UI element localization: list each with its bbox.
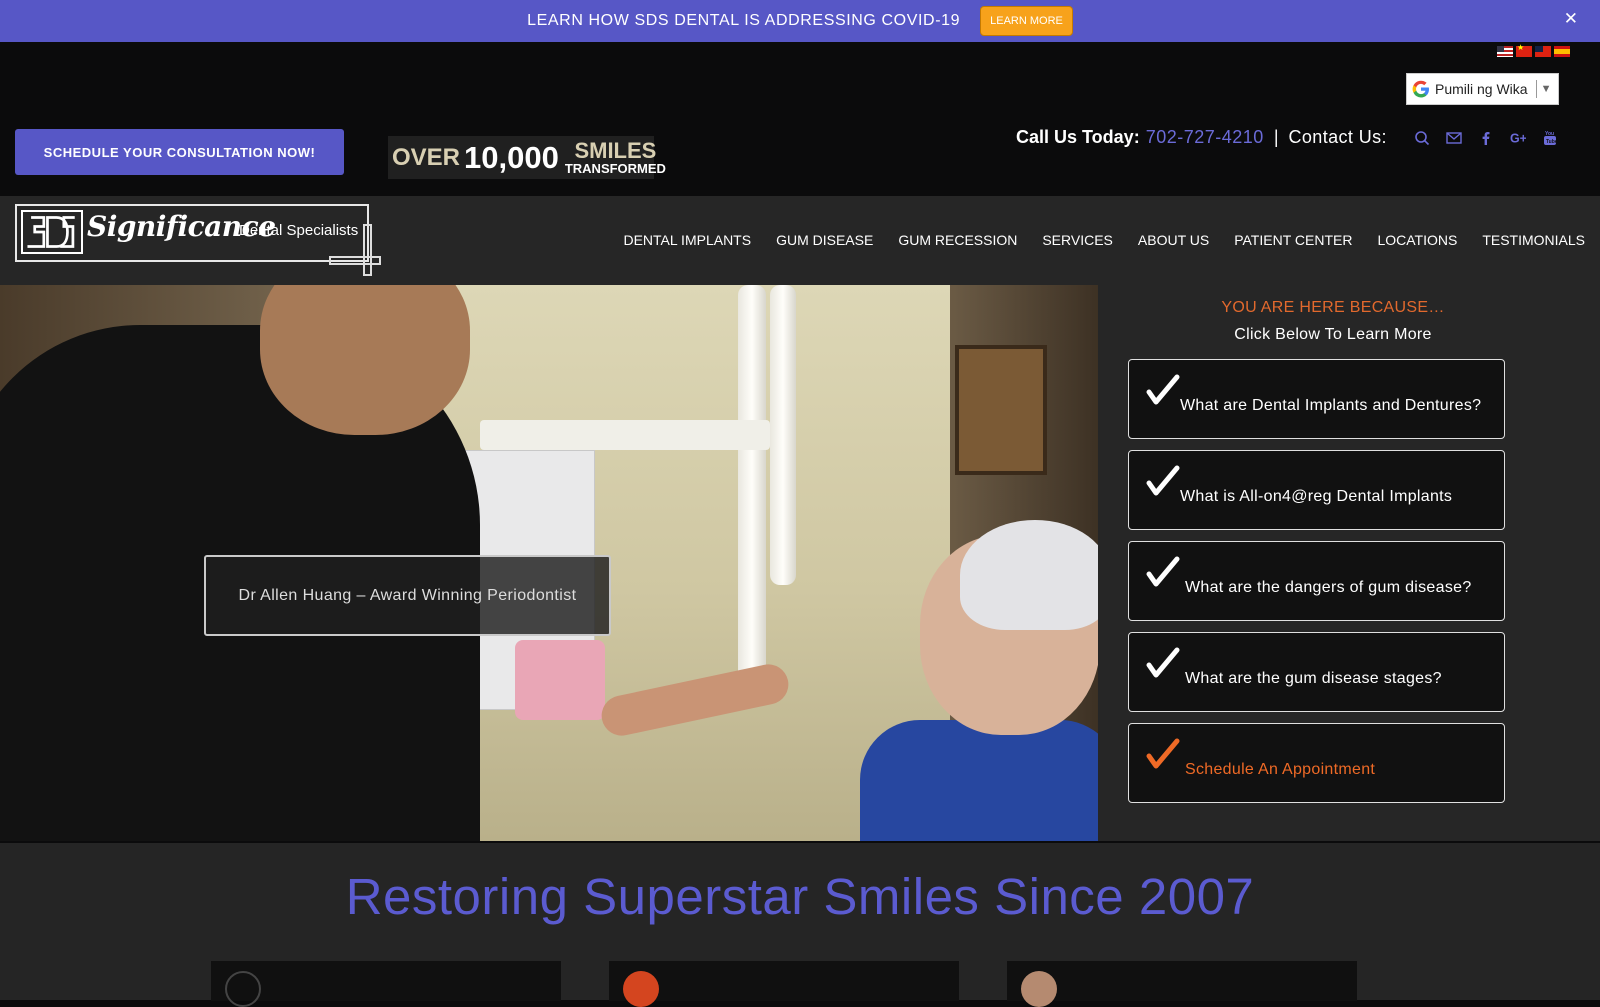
hero-dental-model (515, 640, 605, 720)
nav-item-locations[interactable]: LOCATIONS (1377, 232, 1457, 248)
badge-number: 10,000 (464, 139, 559, 175)
schedule-consultation-button[interactable]: SCHEDULE YOUR CONSULTATION NOW! (15, 129, 344, 175)
hero-patient-shirt (860, 720, 1098, 841)
choice-label: What is All-on4@reg Dental Implants (1180, 488, 1453, 505)
hero-caption: Dr Allen Huang – Award Winning Periodont… (204, 555, 611, 636)
smiles-transformed-badge: OVER 10,000 SMILES TRANSFORMED (388, 136, 666, 179)
choice-label: What are the dangers of gum disease? (1185, 579, 1472, 596)
main-nav: DENTAL IMPLANTS GUM DISEASE GUM RECESSIO… (623, 232, 1585, 248)
choice-all-on-4[interactable]: What is All-on4@reg Dental Implants (1128, 450, 1505, 530)
checkmark-icon (1146, 647, 1180, 678)
choice-label: What are the gum disease stages? (1185, 670, 1442, 687)
sds-monogram-icon (21, 210, 83, 254)
checkmark-icon (1146, 556, 1180, 587)
google-icon (1412, 80, 1429, 98)
nav-item-about-us[interactable]: ABOUT US (1138, 232, 1209, 248)
intro-section: Restoring Superstar Smiles Since 2007 (0, 843, 1600, 1007)
choice-dental-implants-dentures[interactable]: What are Dental Implants and Dentures? (1128, 359, 1505, 439)
hero-dental-arm (738, 285, 766, 705)
nav-item-dental-implants[interactable]: DENTAL IMPLANTS (623, 232, 751, 248)
choice-label: What are Dental Implants and Dentures? (1180, 397, 1482, 414)
hero-dental-arm (480, 420, 770, 450)
badge-smiles: SMILES (574, 138, 657, 163)
nav-item-gum-disease[interactable]: GUM DISEASE (776, 232, 873, 248)
svg-text:Tube: Tube (1546, 139, 1558, 145)
checkmark-icon (1146, 465, 1180, 496)
spain-flag-icon[interactable] (1554, 46, 1570, 57)
card-avatar (225, 971, 261, 1007)
nav-item-patient-center[interactable]: PATIENT CENTER (1234, 232, 1352, 248)
choice-gum-disease-dangers[interactable]: What are the dangers of gum disease? (1128, 541, 1505, 621)
logo-subtitle: Dental Specialists (239, 222, 359, 239)
facebook-icon[interactable] (1470, 128, 1502, 148)
contact-label: Contact Us: (1288, 126, 1387, 147)
close-icon[interactable]: ✕ (1564, 9, 1578, 29)
logo-ornament (329, 256, 381, 265)
language-select-label: Pumili ng Wika (1435, 81, 1528, 97)
badge-stack: SMILES TRANSFORMED (564, 138, 666, 176)
youtube-icon[interactable]: You Tube (1534, 128, 1566, 148)
section-title: Restoring Superstar Smiles Since 2007 (345, 868, 1255, 925)
google-plus-icon[interactable]: G+ (1502, 128, 1534, 148)
separator: | (1273, 126, 1279, 147)
logo-ornament (363, 224, 372, 276)
nav-item-gum-recession[interactable]: GUM RECESSION (898, 232, 1017, 248)
nav-item-testimonials[interactable]: TESTIMONIALS (1482, 232, 1585, 248)
feature-card[interactable] (211, 961, 561, 1007)
mail-icon[interactable] (1438, 128, 1470, 148)
panel-subtitle: Click Below To Learn More (1234, 326, 1432, 343)
hero-doctor-head (260, 285, 470, 435)
taiwan-flag-icon[interactable] (1535, 46, 1551, 57)
card-avatar (623, 971, 659, 1007)
hero-patient-hair (960, 520, 1098, 630)
checkmark-icon (1146, 738, 1180, 769)
language-flags (1497, 43, 1570, 57)
phone-link[interactable]: 702-727-4210 (1146, 127, 1264, 148)
contact-icons: G+ You Tube (1406, 128, 1566, 148)
covid-notice-bar: LEARN HOW SDS DENTAL IS ADDRESSING COVID… (0, 0, 1600, 42)
choice-gum-disease-stages[interactable]: What are the gum disease stages? (1128, 632, 1505, 712)
china-flag-icon[interactable] (1516, 43, 1532, 57)
checkmark-icon (1146, 374, 1180, 405)
hero-video-image[interactable]: Dr Allen Huang – Award Winning Periodont… (0, 285, 1098, 841)
badge-over: OVER (392, 143, 461, 171)
svg-text:You: You (1545, 131, 1554, 137)
search-icon[interactable] (1406, 128, 1438, 148)
contact-line: Call Us Today: 702-727-4210 | Contact Us… (1016, 126, 1387, 148)
call-label: Call Us Today: (1016, 126, 1140, 147)
hero-patient-hand (597, 660, 793, 740)
svg-text:G+: G+ (1510, 131, 1526, 145)
feature-card[interactable] (1007, 961, 1357, 1007)
choice-label: Schedule An Appointment (1185, 761, 1376, 778)
us-flag-icon[interactable] (1497, 46, 1513, 57)
feature-card[interactable] (609, 961, 959, 1007)
panel-kicker: YOU ARE HERE BECAUSE… (1221, 299, 1445, 316)
main-navbar: Significance Dental Specialists DENTAL I… (0, 196, 1600, 285)
nav-item-services[interactable]: SERVICES (1042, 232, 1113, 248)
chevron-down-icon: ▼ (1540, 83, 1552, 95)
divider (1535, 80, 1537, 98)
choice-schedule-appointment[interactable]: Schedule An Appointment (1128, 723, 1505, 803)
language-select[interactable]: Pumili ng Wika ▼ (1406, 73, 1559, 105)
hero-dental-arm (770, 285, 796, 585)
learn-more-panel: YOU ARE HERE BECAUSE… Click Below To Lea… (1098, 285, 1600, 841)
hero-wall-picture (955, 345, 1047, 475)
site-logo[interactable]: Significance Dental Specialists (15, 204, 385, 276)
card-avatar (1021, 971, 1057, 1007)
badge-transformed: TRANSFORMED (564, 161, 666, 176)
learn-more-button[interactable]: LEARN MORE (980, 6, 1073, 36)
notice-text: LEARN HOW SDS DENTAL IS ADDRESSING COVID… (527, 12, 961, 29)
